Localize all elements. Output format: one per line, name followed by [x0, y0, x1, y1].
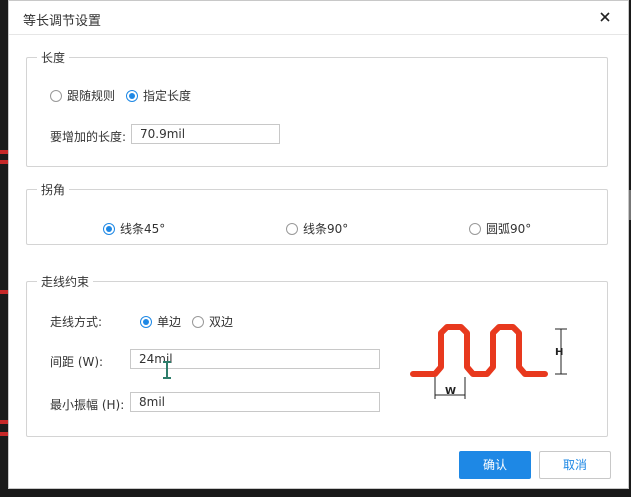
background-trace-red-left-5 [0, 432, 8, 436]
radio-single-side-indicator [140, 315, 152, 328]
radio-arc-90-label: 圆弧90° [486, 222, 532, 236]
radio-line-90[interactable]: 线条90° [286, 220, 348, 237]
length-tuning-dialog: 等长调节设置 长度 跟随规则 指定长度 要增加的长度: 70.9mil 拐角 线… [8, 0, 629, 489]
increase-length-input[interactable]: 70.9mil [131, 124, 280, 144]
radio-line-90-indicator [286, 222, 298, 235]
radio-arc-90-indicator [469, 222, 481, 235]
background-trace-red-left-4 [0, 420, 8, 424]
serpentine-trace [410, 324, 548, 377]
close-icon[interactable] [596, 8, 614, 26]
radio-line-45-label: 线条45° [120, 222, 166, 236]
background-trace-red-left-2 [0, 160, 8, 164]
radio-arc-90[interactable]: 圆弧90° [469, 220, 531, 237]
width-dimension-label: W [445, 386, 456, 397]
routing-constraints-legend: 走线约束 [41, 275, 90, 289]
min-amplitude-input[interactable]: 8mil [130, 392, 380, 412]
radio-single-side-label: 单边 [157, 315, 182, 329]
cancel-button[interactable]: 取消 [539, 451, 611, 479]
corner-group-legend: 拐角 [41, 183, 66, 197]
radio-double-side-label: 双边 [209, 315, 234, 329]
background-trace-red-left-1 [0, 150, 8, 154]
spacing-label: 间距 (W): [50, 355, 104, 369]
radio-line-90-label: 线条90° [303, 222, 349, 236]
radio-line-45[interactable]: 线条45° [103, 220, 165, 237]
confirm-button[interactable]: 确认 [459, 451, 531, 479]
radio-follow-rule[interactable]: 跟随规则 [50, 87, 115, 104]
increase-length-label: 要增加的长度: [50, 130, 127, 144]
min-amplitude-label: 最小振幅 (H): [50, 398, 125, 412]
dialog-title: 等长调节设置 [23, 14, 102, 29]
text-cursor-icon [161, 360, 173, 383]
dialog-titlebar: 等长调节设置 [9, 1, 628, 35]
length-group-legend: 长度 [41, 51, 66, 65]
radio-double-side-indicator [192, 315, 204, 328]
radio-specify-length-label: 指定长度 [143, 89, 192, 103]
length-group: 长度 [26, 49, 608, 167]
routing-mode-label: 走线方式: [50, 315, 103, 329]
background-trace-red-left-3 [0, 290, 8, 294]
height-dimension-label: H [555, 347, 563, 358]
radio-specify-length-indicator [126, 89, 138, 102]
radio-follow-rule-label: 跟随规则 [67, 89, 116, 103]
serpentine-diagram: H W [407, 319, 577, 403]
radio-double-side[interactable]: 双边 [192, 313, 233, 330]
radio-line-45-indicator [103, 222, 115, 235]
radio-follow-rule-indicator [50, 89, 62, 102]
radio-single-side[interactable]: 单边 [140, 313, 181, 330]
radio-specify-length[interactable]: 指定长度 [126, 87, 191, 104]
